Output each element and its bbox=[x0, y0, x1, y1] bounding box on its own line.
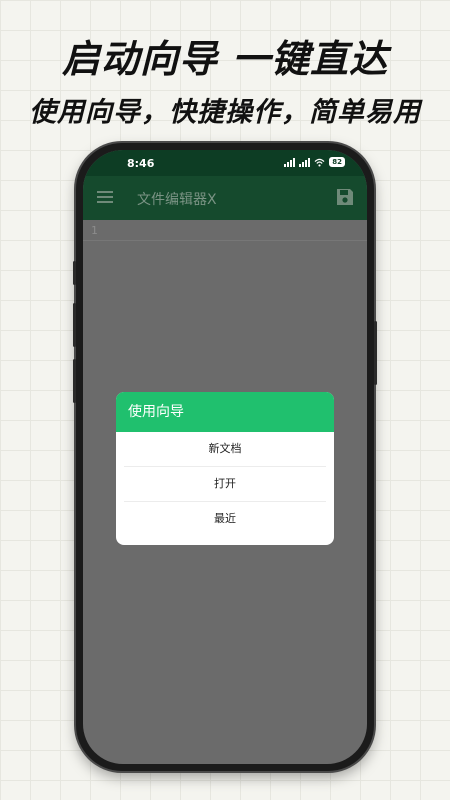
phone-side-button bbox=[73, 359, 76, 403]
wifi-icon bbox=[314, 158, 325, 167]
phone-side-button bbox=[73, 303, 76, 347]
phone-frame: 8:46 82 文件编辑器X 1 使用向导 新文档 打开 最近 bbox=[73, 143, 377, 771]
promo-headline: 启动向导 一键直达 bbox=[61, 37, 389, 81]
signal-icon bbox=[299, 157, 311, 167]
guide-dialog: 使用向导 新文档 打开 最近 bbox=[116, 392, 334, 545]
dialog-item-open[interactable]: 打开 bbox=[124, 467, 326, 502]
dialog-item-new-document[interactable]: 新文档 bbox=[124, 432, 326, 467]
line-number: 1 bbox=[91, 224, 98, 237]
app-toolbar: 文件编辑器X bbox=[83, 176, 367, 220]
status-icons: 82 bbox=[284, 157, 345, 167]
app-title: 文件编辑器X bbox=[137, 192, 217, 208]
signal-icon bbox=[284, 157, 296, 167]
phone-side-button bbox=[73, 261, 76, 285]
dialog-item-recent[interactable]: 最近 bbox=[124, 502, 326, 536]
phone-side-button bbox=[374, 321, 377, 385]
promo-subline: 使用向导，快捷操作，简单易用 bbox=[29, 97, 421, 128]
floppy-save-icon[interactable] bbox=[335, 187, 355, 207]
editor-line[interactable]: 1 bbox=[83, 220, 367, 241]
status-time: 8:46 bbox=[127, 157, 155, 170]
status-bar: 8:46 82 bbox=[83, 150, 367, 176]
hamburger-menu-icon[interactable] bbox=[97, 191, 113, 203]
battery-indicator: 82 bbox=[329, 157, 345, 167]
phone-screen: 8:46 82 文件编辑器X 1 使用向导 新文档 打开 最近 bbox=[83, 150, 367, 764]
dialog-title: 使用向导 bbox=[116, 392, 334, 432]
